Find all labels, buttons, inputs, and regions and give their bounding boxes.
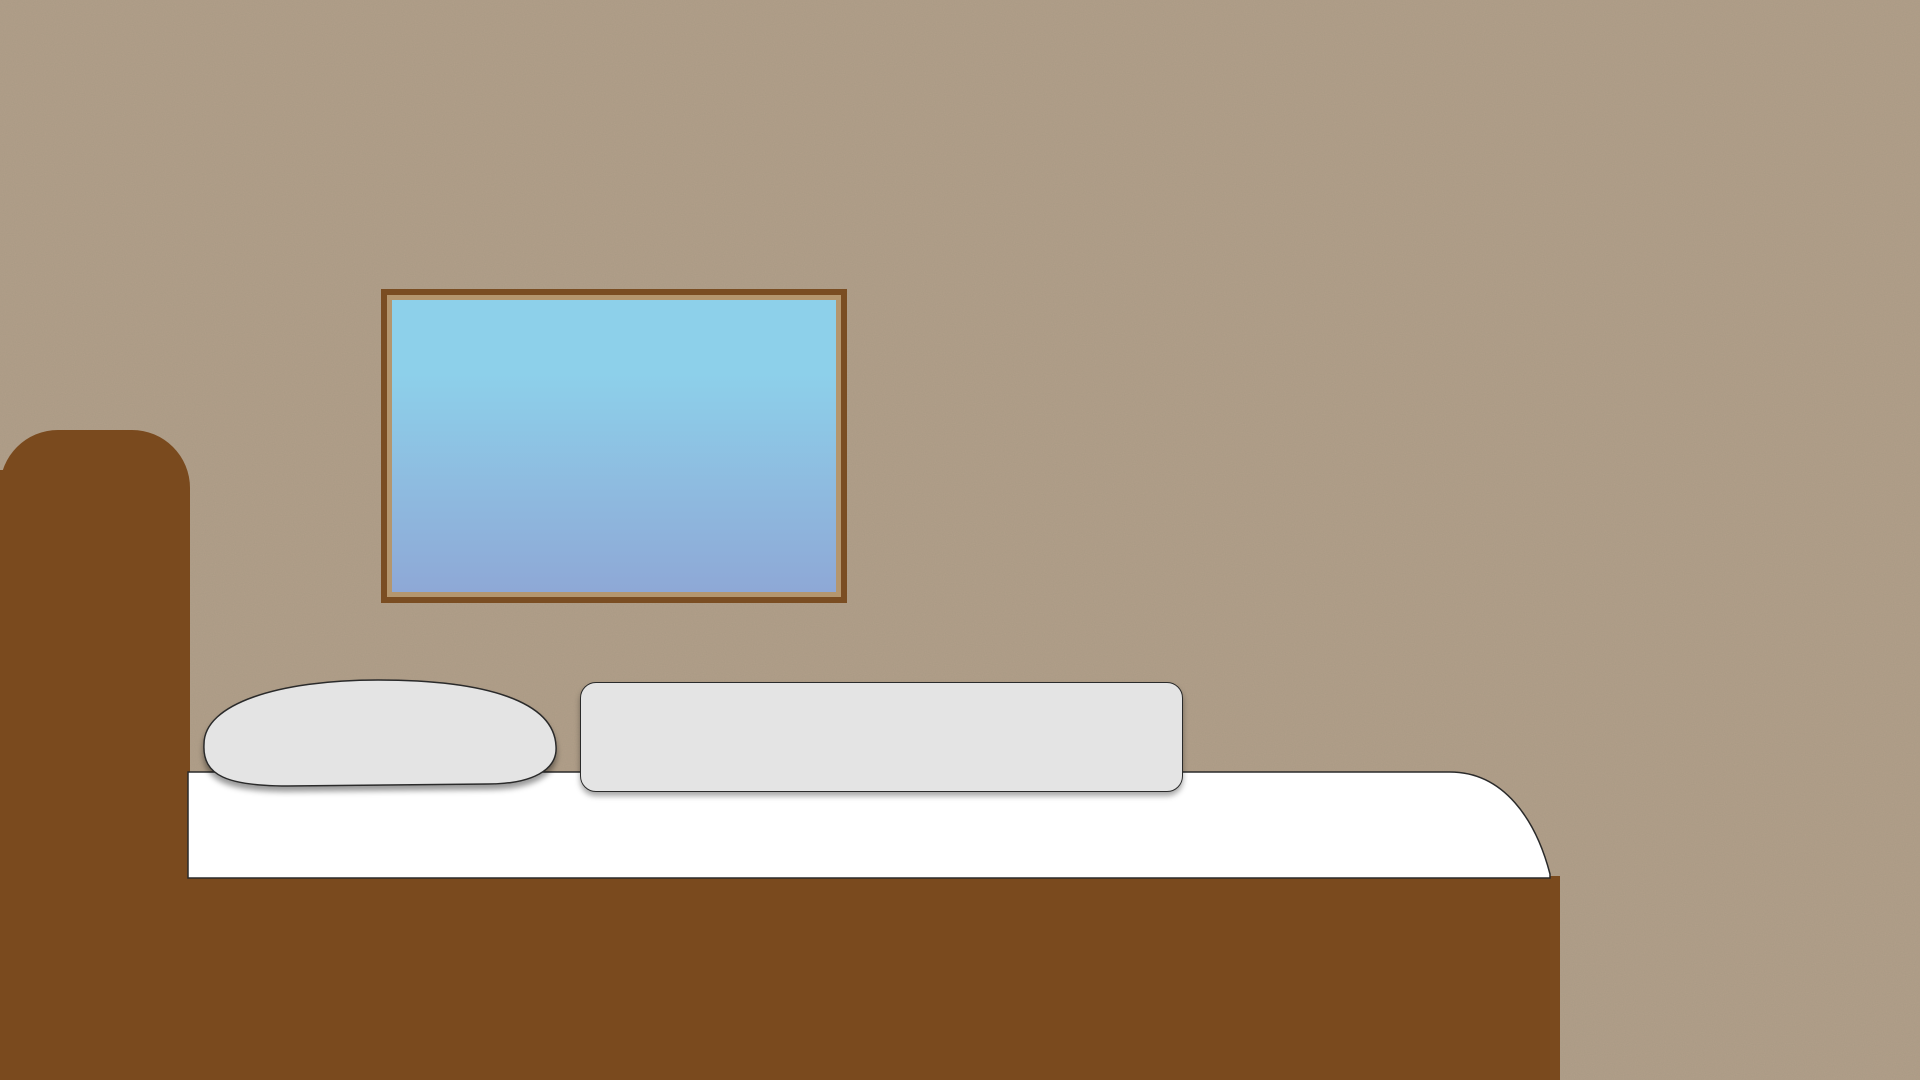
- bedroom-scene: [0, 0, 1920, 1080]
- window: [381, 289, 847, 603]
- window-sky: [392, 300, 836, 592]
- bed-headboard-base: [0, 470, 60, 1080]
- bolster-pillow: [580, 682, 1183, 792]
- bed-frame: [190, 876, 1560, 1080]
- pillow: [203, 679, 557, 787]
